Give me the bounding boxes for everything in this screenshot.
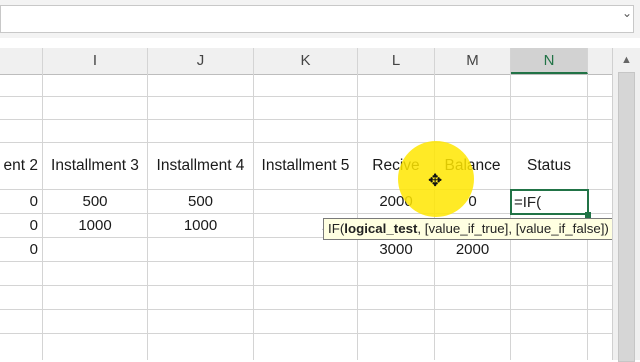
tooltip-rest: , [value_if_true], [value_if_false]) xyxy=(417,221,609,236)
function-tooltip[interactable]: IF(logical_test, [value_if_true], [value… xyxy=(323,218,635,240)
cell[interactable] xyxy=(43,262,148,285)
cell[interactable] xyxy=(511,97,588,119)
table-row xyxy=(0,286,612,310)
cell[interactable] xyxy=(0,310,43,333)
table-cell[interactable]: 0 xyxy=(0,190,43,213)
table-row xyxy=(0,262,612,286)
cell[interactable] xyxy=(0,334,43,360)
column-header-h[interactable] xyxy=(0,48,43,74)
cell[interactable] xyxy=(148,120,254,142)
table-header-row: ent 2 Installment 3 Installment 4 Instal… xyxy=(0,143,612,190)
tooltip-current-arg[interactable]: logical_test xyxy=(344,221,417,236)
cell[interactable] xyxy=(254,286,358,309)
table-cell[interactable] xyxy=(43,238,148,261)
table-cell[interactable]: 3000 xyxy=(358,238,435,261)
cell[interactable] xyxy=(358,120,435,142)
cell[interactable] xyxy=(511,310,588,333)
chevron-down-icon[interactable]: ⌄ xyxy=(622,6,632,20)
cell[interactable] xyxy=(358,97,435,119)
table-cell[interactable] xyxy=(254,238,358,261)
cell[interactable] xyxy=(511,74,588,96)
cell[interactable] xyxy=(148,286,254,309)
cell[interactable] xyxy=(435,262,511,285)
table-cell[interactable]: 0 xyxy=(0,238,43,261)
table-cell[interactable]: 2000 xyxy=(435,238,511,261)
scroll-up-icon[interactable]: ▲ xyxy=(621,54,632,66)
cell[interactable] xyxy=(435,74,511,96)
cell[interactable] xyxy=(254,74,358,96)
cell[interactable] xyxy=(511,262,588,285)
formula-bar: ⌄ xyxy=(0,0,640,39)
cell[interactable] xyxy=(254,120,358,142)
table-cell[interactable]: 0 xyxy=(0,214,43,237)
header-cell-installment-4[interactable]: Installment 4 xyxy=(148,143,254,189)
cell[interactable] xyxy=(358,334,435,360)
table-cell[interactable] xyxy=(254,190,358,213)
cell[interactable] xyxy=(254,310,358,333)
cell[interactable] xyxy=(0,97,43,119)
header-cell-installment-5[interactable]: Installment 5 xyxy=(254,143,358,189)
cell[interactable] xyxy=(358,74,435,96)
cell[interactable] xyxy=(435,286,511,309)
table-row xyxy=(0,310,612,334)
cell[interactable] xyxy=(0,262,43,285)
cell[interactable] xyxy=(358,262,435,285)
cell[interactable] xyxy=(43,120,148,142)
cell[interactable] xyxy=(511,286,588,309)
cell[interactable] xyxy=(148,262,254,285)
table-cell[interactable]: 500 xyxy=(43,190,148,213)
cell[interactable] xyxy=(435,310,511,333)
cell[interactable] xyxy=(511,120,588,142)
cell[interactable] xyxy=(43,286,148,309)
vertical-scrollbar[interactable]: ▲ xyxy=(612,48,640,362)
cell[interactable] xyxy=(43,334,148,360)
cell[interactable] xyxy=(148,334,254,360)
column-header-row: I J K L M N xyxy=(0,48,612,75)
table-row xyxy=(0,74,612,97)
table-cell[interactable]: 1000 xyxy=(148,214,254,237)
header-cell-installment-3[interactable]: Installment 3 xyxy=(43,143,148,189)
header-cell-status[interactable]: Status xyxy=(511,143,588,189)
cell[interactable] xyxy=(43,74,148,96)
cell[interactable] xyxy=(0,286,43,309)
ribbon-gap xyxy=(0,38,640,48)
table-row: 0 3000 2000 xyxy=(0,238,612,262)
cell[interactable] xyxy=(0,120,43,142)
column-header-n[interactable]: N xyxy=(511,48,588,74)
cell[interactable] xyxy=(435,120,511,142)
cell[interactable] xyxy=(148,74,254,96)
column-header-k[interactable]: K xyxy=(254,48,358,74)
cell[interactable] xyxy=(358,286,435,309)
tooltip-prefix: IF( xyxy=(328,221,345,236)
cell[interactable] xyxy=(43,97,148,119)
table-cell[interactable] xyxy=(148,238,254,261)
column-header-l[interactable]: L xyxy=(358,48,435,74)
cell[interactable] xyxy=(254,262,358,285)
cell[interactable] xyxy=(254,97,358,119)
table-cell[interactable] xyxy=(511,238,588,261)
cell[interactable] xyxy=(148,97,254,119)
cell[interactable] xyxy=(435,334,511,360)
table-row xyxy=(0,97,612,120)
column-header-m[interactable]: M xyxy=(435,48,511,74)
cell[interactable] xyxy=(43,310,148,333)
cell[interactable] xyxy=(148,310,254,333)
table-row xyxy=(0,120,612,143)
cell[interactable] xyxy=(0,74,43,96)
table-cell[interactable]: 500 xyxy=(148,190,254,213)
cell[interactable] xyxy=(511,334,588,360)
cell[interactable] xyxy=(254,334,358,360)
table-cell[interactable]: 1000 xyxy=(43,214,148,237)
table-row xyxy=(0,334,612,360)
column-header-j[interactable]: J xyxy=(148,48,254,74)
formula-input[interactable] xyxy=(0,5,634,33)
move-cursor-icon: ✥ xyxy=(428,171,443,190)
active-cell-n[interactable]: =IF( xyxy=(510,189,589,215)
scrollbar-thumb[interactable] xyxy=(618,72,635,362)
cell[interactable] xyxy=(435,97,511,119)
cell[interactable] xyxy=(358,310,435,333)
header-cell-installment-2[interactable]: ent 2 xyxy=(0,143,43,189)
column-header-i[interactable]: I xyxy=(43,48,148,74)
